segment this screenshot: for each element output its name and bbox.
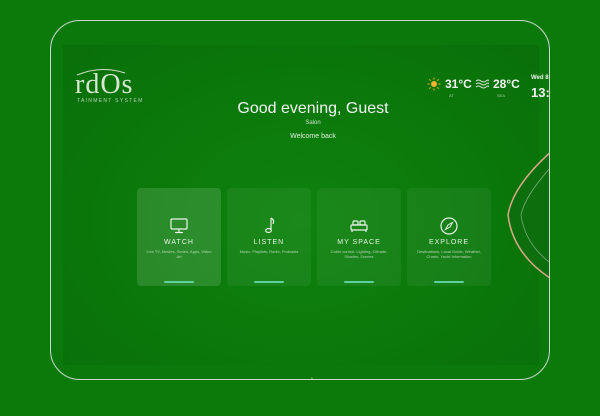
greeting-title: Good evening, Guest bbox=[237, 100, 389, 117]
room-name: Salon bbox=[305, 120, 321, 126]
yacht-hull-decoration bbox=[507, 152, 549, 279]
explore-card-desc: Destinations, Local Guide, Weather, Char… bbox=[417, 249, 481, 259]
my-space-card-desc: Cabin control, Lighting, Climate, Shades… bbox=[330, 249, 388, 259]
explore-card-title: EXPLORE bbox=[428, 239, 470, 246]
listen-card-desc: Music, Playlists, Radio, Podcasts bbox=[239, 249, 299, 254]
weather-secondary-temp: 28°C bbox=[493, 77, 520, 91]
star-icon: ☆ bbox=[307, 376, 317, 379]
explore-card-indicator bbox=[434, 281, 464, 283]
listen-card[interactable]: LISTEN Music, Playlists, Radio, Podcasts bbox=[227, 188, 311, 286]
weather-primary-temp: 31°C bbox=[445, 77, 472, 91]
tablet-frame: rdOs TAINMENT SYSTEM 31°C AT 28°C SEA We… bbox=[50, 20, 550, 380]
clock: 13:5 bbox=[531, 85, 550, 100]
music-note-icon bbox=[265, 217, 275, 234]
welcome-text: Welcome back bbox=[290, 133, 336, 140]
watch-card[interactable]: WATCH Live TV, Movies, Series, Apps, Vid… bbox=[137, 188, 221, 286]
my-space-card-title: MY SPACE bbox=[337, 239, 381, 246]
weather-primary-caption: AT bbox=[449, 93, 454, 98]
waves-icon bbox=[475, 79, 489, 89]
compass-icon bbox=[440, 217, 458, 235]
watch-card-desc: Live TV, Movies, Series, Apps, Video Art bbox=[146, 249, 212, 259]
weather-secondary-caption: SEA bbox=[497, 93, 506, 98]
sun-icon bbox=[427, 77, 441, 91]
listen-card-title: LISTEN bbox=[253, 239, 285, 246]
bed-icon bbox=[350, 220, 368, 232]
my-space-card[interactable]: MY SPACE Cabin control, Lighting, Climat… bbox=[317, 188, 401, 286]
home-screen: rdOs TAINMENT SYSTEM 31°C AT 28°C SEA We… bbox=[63, 45, 549, 379]
weather-secondary[interactable]: 28°C SEA bbox=[475, 77, 520, 98]
logo-swoosh-icon bbox=[76, 69, 126, 76]
favorites-star-button[interactable]: ☆ bbox=[307, 375, 317, 379]
tv-icon bbox=[170, 218, 188, 234]
app-logo: rdOs TAINMENT SYSTEM bbox=[75, 69, 144, 104]
watch-card-title: WATCH bbox=[164, 239, 194, 246]
watch-card-indicator bbox=[164, 281, 194, 283]
logo-subtitle: TAINMENT SYSTEM bbox=[77, 98, 144, 104]
listen-card-indicator bbox=[254, 281, 284, 283]
date-label: Wed 8 bbox=[531, 75, 549, 81]
my-space-card-indicator bbox=[344, 281, 374, 283]
weather-primary[interactable]: 31°C AT bbox=[427, 77, 472, 98]
explore-card[interactable]: EXPLORE Destinations, Local Guide, Weath… bbox=[407, 188, 491, 286]
